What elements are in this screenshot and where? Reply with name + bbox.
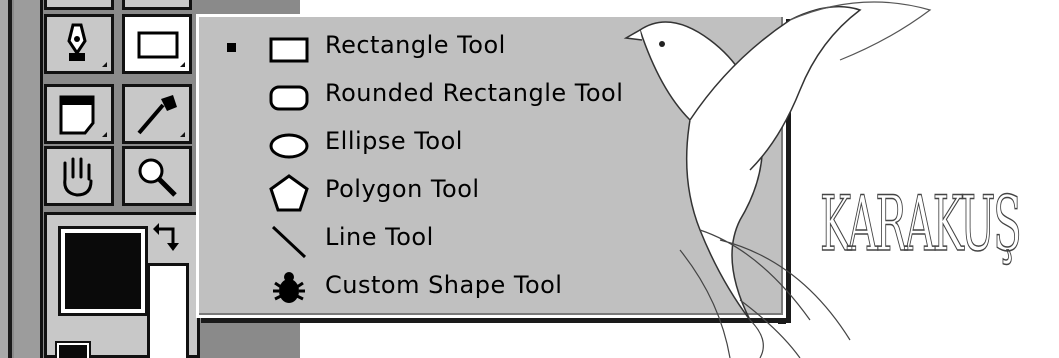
submenu-indicator (102, 62, 107, 67)
hand-tool-button[interactable] (44, 146, 114, 206)
notes-tool-button[interactable] (44, 84, 114, 144)
custom-shape-icon (273, 272, 305, 303)
eyedropper-tool-button[interactable] (122, 84, 192, 144)
rectangle-icon (269, 37, 309, 63)
background-color-swatch[interactable] (147, 263, 189, 358)
polygon-icon (269, 174, 309, 212)
watermark-logo-text: KARAKUŞ (820, 179, 1023, 268)
zoom-tool-icon (138, 158, 177, 197)
line-icon (271, 225, 307, 259)
zoom-tool-button[interactable] (122, 146, 192, 206)
menu-item-label: Rounded Rectangle Tool (325, 79, 624, 107)
screen: Rectangle Tool Rounded Rectangle Tool El… (0, 0, 1059, 358)
rounded-rectangle-icon (269, 85, 309, 111)
foreground-color-swatch[interactable] (58, 226, 148, 316)
menu-item-label: Line Tool (325, 223, 434, 251)
menu-item-label: Rectangle Tool (325, 31, 506, 59)
submenu-indicator (102, 132, 107, 137)
color-swatches (44, 212, 200, 358)
toolbox-edge (0, 0, 12, 358)
ellipse-icon (269, 133, 309, 159)
selected-indicator (227, 43, 236, 52)
menu-item-label: Custom Shape Tool (325, 271, 563, 299)
menu-item-label: Polygon Tool (325, 175, 480, 203)
submenu-indicator (180, 132, 185, 137)
hand-tool-icon (63, 157, 93, 197)
toolbox-gutter (14, 0, 43, 358)
tool-top-right[interactable] (122, 0, 192, 10)
rectangle-tool-button[interactable] (122, 14, 192, 74)
swap-colors-icon[interactable] (151, 221, 187, 257)
menu-item-label: Ellipse Tool (325, 127, 463, 155)
pen-tool-button[interactable] (44, 14, 114, 74)
tool-top-left[interactable] (44, 0, 114, 10)
default-colors-swatch[interactable] (55, 341, 91, 358)
submenu-indicator (180, 62, 185, 67)
